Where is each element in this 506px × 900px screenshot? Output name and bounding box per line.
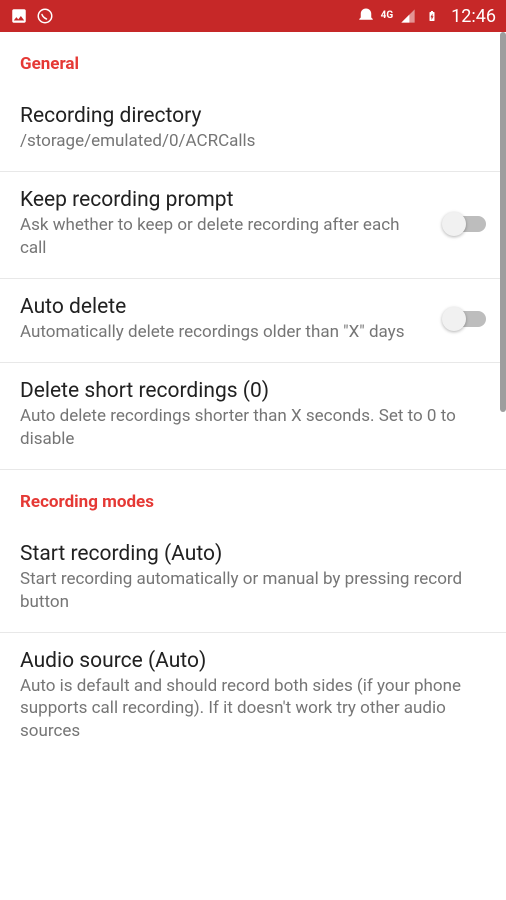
setting-title: Delete short recordings (0) <box>20 379 486 403</box>
signal-icon <box>399 7 417 25</box>
alarm-icon <box>357 7 375 25</box>
scrollbar[interactable] <box>500 32 506 412</box>
phone-icon <box>36 7 54 25</box>
setting-title: Start recording (Auto) <box>20 542 486 566</box>
setting-start-recording[interactable]: Start recording (Auto) Start recording a… <box>0 526 506 633</box>
setting-title: Recording directory <box>20 104 486 128</box>
setting-subtitle: Automatically delete recordings older th… <box>20 321 424 344</box>
status-left <box>10 7 54 25</box>
status-right: 4G 12:46 <box>357 6 496 27</box>
setting-subtitle: Auto delete recordings shorter than X se… <box>20 405 486 451</box>
setting-keep-recording-prompt[interactable]: Keep recording prompt Ask whether to kee… <box>0 172 506 279</box>
settings-content[interactable]: General Recording directory /storage/emu… <box>0 32 506 900</box>
setting-delete-short-recordings[interactable]: Delete short recordings (0) Auto delete … <box>0 363 506 470</box>
setting-subtitle: /storage/emulated/0/ACRCalls <box>20 130 486 153</box>
setting-auto-delete[interactable]: Auto delete Automatically delete recordi… <box>0 279 506 363</box>
setting-title: Auto delete <box>20 295 424 319</box>
setting-recording-directory[interactable]: Recording directory /storage/emulated/0/… <box>0 88 506 172</box>
status-bar: 4G 12:46 <box>0 0 506 32</box>
setting-subtitle: Ask whether to keep or delete recording … <box>20 214 424 260</box>
toggle-switch[interactable] <box>444 216 486 232</box>
network-indicator: 4G <box>381 11 394 21</box>
battery-charging-icon <box>423 7 441 25</box>
setting-title: Keep recording prompt <box>20 188 424 212</box>
status-time: 12:46 <box>451 6 496 27</box>
section-header-general: General <box>0 32 506 88</box>
image-icon <box>10 7 28 25</box>
setting-subtitle: Auto is default and should record both s… <box>20 675 486 744</box>
setting-audio-source[interactable]: Audio source (Auto) Auto is default and … <box>0 633 506 762</box>
setting-title: Audio source (Auto) <box>20 649 486 673</box>
setting-subtitle: Start recording automatically or manual … <box>20 568 486 614</box>
toggle-switch[interactable] <box>444 311 486 327</box>
section-header-recording-modes: Recording modes <box>0 470 506 526</box>
